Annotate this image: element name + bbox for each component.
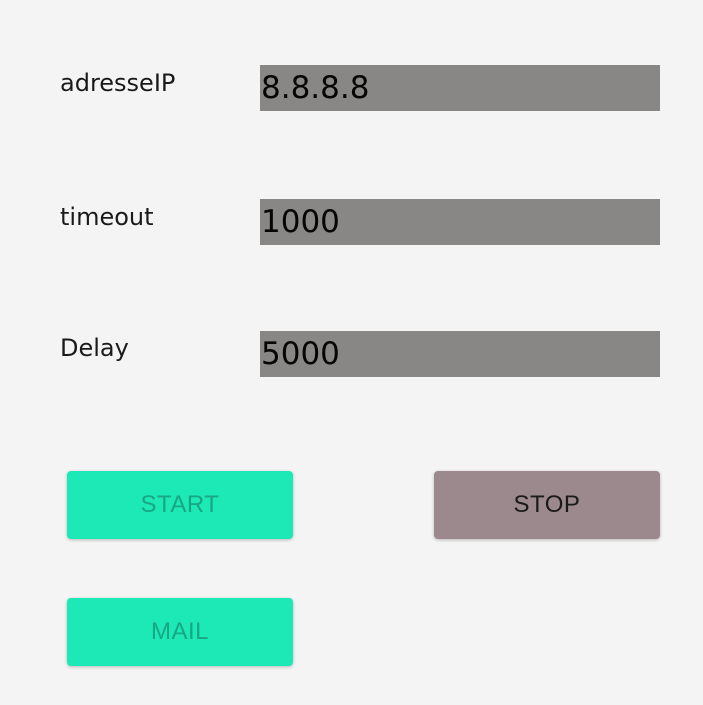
stop-button[interactable]: STOP — [434, 471, 660, 539]
start-button[interactable]: START — [67, 471, 293, 539]
app-screen: adresseIP timeout Delay START STOP MAIL — [0, 0, 703, 705]
delay-input[interactable] — [260, 331, 660, 377]
ip-address-label: adresseIP — [60, 69, 176, 97]
timeout-label: timeout — [60, 203, 154, 231]
mail-button[interactable]: MAIL — [67, 598, 293, 666]
timeout-input[interactable] — [260, 199, 660, 245]
ip-address-input[interactable] — [260, 65, 660, 111]
delay-label: Delay — [60, 334, 129, 362]
